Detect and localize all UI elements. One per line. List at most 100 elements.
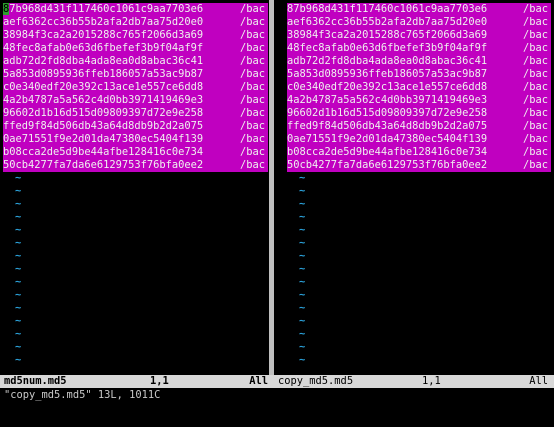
file-path: /bac <box>239 107 265 119</box>
md5-hash: 4a2b4787a5a562c4d0bb3971419469e3 <box>3 94 204 106</box>
left-line-9[interactable]: 96602d1b16d515d09809397d72e9e258/bac <box>3 107 268 120</box>
left-file-lines[interactable]: 87b968d431f117460c1061c9aa7703e6/bac aef6… <box>3 3 268 172</box>
right-empty-lines: ~ ~ ~ ~ ~ ~ ~ ~ ~ ~ ~ ~ ~ ~ ~ <box>287 172 551 367</box>
left-status-scroll-percent: All <box>249 375 268 387</box>
left-tilde-line: ~ <box>15 328 22 340</box>
file-path: /bac <box>522 29 548 41</box>
right-line-2[interactable]: aef6362cc36b55b2afa2db7aa75d20e0/bac <box>287 16 551 29</box>
file-path: /bac <box>522 120 548 132</box>
right-tilde-line: ~ <box>299 341 306 353</box>
left-editor-pane[interactable]: 87b968d431f117460c1061c9aa7703e6/bac aef6… <box>3 3 268 375</box>
md5-hash: aef6362cc36b55b2afa2db7aa75d20e0 <box>3 16 204 28</box>
left-tilde-line: ~ <box>15 224 22 236</box>
left-line-7[interactable]: c0e340edf20e392c13ace1e557ce6dd8/bac <box>3 81 268 94</box>
file-path: /bac <box>522 81 548 93</box>
right-tilde-line: ~ <box>299 263 306 275</box>
left-tilde-line: ~ <box>15 172 22 184</box>
file-path: /bac <box>522 159 548 171</box>
left-status-filename: md5num.md5 <box>4 375 67 387</box>
right-line-13[interactable]: 50cb4277fa7da6e6129753f76bfa0ee2/bac <box>287 159 551 172</box>
left-tilde-line: ~ <box>15 250 22 262</box>
file-path: /bac <box>239 55 265 67</box>
left-line-13[interactable]: 50cb4277fa7da6e6129753f76bfa0ee2/bac <box>3 159 268 172</box>
file-path: /bac <box>239 159 265 171</box>
left-line-12[interactable]: b08cca2de5d9be44afbe128416c0e734/bac <box>3 146 268 159</box>
md5-hash: 0ae71551f9e2d01da47380ec5404f139 <box>3 133 204 145</box>
left-line-1[interactable]: 87b968d431f117460c1061c9aa7703e6/bac <box>3 3 268 16</box>
md5-hash: 4a2b4787a5a562c4d0bb3971419469e3 <box>287 94 488 106</box>
left-line-3[interactable]: 38984f3ca2a2015288c765f2066d3a69/bac <box>3 29 268 42</box>
md5-hash: 96602d1b16d515d09809397d72e9e258 <box>3 107 204 119</box>
left-line-11[interactable]: 0ae71551f9e2d01da47380ec5404f139/bac <box>3 133 268 146</box>
right-status-filename: copy_md5.md5 <box>278 375 354 387</box>
right-status-cursor-position: 1,1 <box>422 375 441 387</box>
file-path: /bac <box>522 133 548 145</box>
left-tilde-line: ~ <box>15 302 22 314</box>
md5-hash-rest: 7b968d431f117460c1061c9aa7703e6 <box>9 3 204 15</box>
md5-hash: c0e340edf20e392c13ace1e557ce6dd8 <box>3 81 204 93</box>
md5-hash: ffed9f84d506db43a64d8db9b2d2a075 <box>3 120 204 132</box>
right-line-6[interactable]: 5a853d0895936ffeb186057a53ac9b87/bac <box>287 68 551 81</box>
right-line-1[interactable]: 87b968d431f117460c1061c9aa7703e6/bac <box>287 3 551 16</box>
right-line-10[interactable]: ffed9f84d506db43a64d8db9b2d2a075/bac <box>287 120 551 133</box>
right-tilde-line: ~ <box>299 185 306 197</box>
right-file-lines[interactable]: 87b968d431f117460c1061c9aa7703e6/bac aef6… <box>287 3 551 172</box>
file-path: /bac <box>239 146 265 158</box>
right-line-8[interactable]: 4a2b4787a5a562c4d0bb3971419469e3/bac <box>287 94 551 107</box>
right-tilde-line: ~ <box>299 224 306 236</box>
left-line-10[interactable]: ffed9f84d506db43a64d8db9b2d2a075/bac <box>3 120 268 133</box>
file-path: /bac <box>239 120 265 132</box>
right-line-11[interactable]: 0ae71551f9e2d01da47380ec5404f139/bac <box>287 133 551 146</box>
md5-hash: 5a853d0895936ffeb186057a53ac9b87 <box>287 68 488 80</box>
right-tilde-line: ~ <box>299 354 306 366</box>
right-status-scroll-percent: All <box>529 375 548 387</box>
right-tilde-line: ~ <box>299 211 306 223</box>
right-tilde-line: ~ <box>299 302 306 314</box>
vertical-split-divider[interactable] <box>269 0 274 375</box>
left-tilde-line: ~ <box>15 185 22 197</box>
left-status-cursor-position: 1,1 <box>150 375 169 387</box>
right-tilde-line: ~ <box>299 289 306 301</box>
file-path: /bac <box>522 42 548 54</box>
file-path: /bac <box>239 42 265 54</box>
right-line-12[interactable]: b08cca2de5d9be44afbe128416c0e734/bac <box>287 146 551 159</box>
left-tilde-line: ~ <box>15 237 22 249</box>
md5-hash: 87b968d431f117460c1061c9aa7703e6 <box>3 3 203 16</box>
file-path: /bac <box>239 94 265 106</box>
right-editor-pane[interactable]: 87b968d431f117460c1061c9aa7703e6/bac aef6… <box>287 3 551 375</box>
md5-hash: 50cb4277fa7da6e6129753f76bfa0ee2 <box>3 159 204 171</box>
left-tilde-line: ~ <box>15 341 22 353</box>
right-tilde-line: ~ <box>299 172 306 184</box>
right-line-4[interactable]: 48fec8afab0e63d6fbefef3b9f04af9f/bac <box>287 42 551 55</box>
md5-hash: b08cca2de5d9be44afbe128416c0e734 <box>287 146 488 158</box>
file-path: /bac <box>522 107 548 119</box>
left-line-5[interactable]: adb72d2fd8dba4ada8ea0d8abac36c41/bac <box>3 55 268 68</box>
right-line-5[interactable]: adb72d2fd8dba4ada8ea0d8abac36c41/bac <box>287 55 551 68</box>
md5-hash: aef6362cc36b55b2afa2db7aa75d20e0 <box>287 16 488 28</box>
md5-hash: adb72d2fd8dba4ada8ea0d8abac36c41 <box>3 55 204 67</box>
right-tilde-line: ~ <box>299 250 306 262</box>
right-tilde-line: ~ <box>299 198 306 210</box>
right-line-3[interactable]: 38984f3ca2a2015288c765f2066d3a69/bac <box>287 29 551 42</box>
command-line[interactable]: "copy_md5.md5" 13L, 1011C <box>4 389 160 402</box>
left-tilde-line: ~ <box>15 354 22 366</box>
left-line-6[interactable]: 5a853d0895936ffeb186057a53ac9b87/bac <box>3 68 268 81</box>
right-tilde-line: ~ <box>299 276 306 288</box>
md5-hash: 0ae71551f9e2d01da47380ec5404f139 <box>287 133 488 145</box>
left-tilde-line: ~ <box>15 211 22 223</box>
right-line-7[interactable]: c0e340edf20e392c13ace1e557ce6dd8/bac <box>287 81 551 94</box>
md5-hash: adb72d2fd8dba4ada8ea0d8abac36c41 <box>287 55 488 67</box>
file-path: /bac <box>239 16 265 28</box>
right-tilde-line: ~ <box>299 237 306 249</box>
left-empty-lines: ~ ~ ~ ~ ~ ~ ~ ~ ~ ~ ~ ~ ~ ~ ~ <box>3 172 268 367</box>
md5-hash: 38984f3ca2a2015288c765f2066d3a69 <box>287 29 488 41</box>
left-tilde-line: ~ <box>15 289 22 301</box>
left-line-2[interactable]: aef6362cc36b55b2afa2db7aa75d20e0/bac <box>3 16 268 29</box>
right-line-9[interactable]: 96602d1b16d515d09809397d72e9e258/bac <box>287 107 551 120</box>
md5-hash: 48fec8afab0e63d6fbefef3b9f04af9f <box>3 42 204 54</box>
file-path: /bac <box>522 16 548 28</box>
left-line-8[interactable]: 4a2b4787a5a562c4d0bb3971419469e3/bac <box>3 94 268 107</box>
md5-hash: 50cb4277fa7da6e6129753f76bfa0ee2 <box>287 159 488 171</box>
left-line-4[interactable]: 48fec8afab0e63d6fbefef3b9f04af9f/bac <box>3 42 268 55</box>
left-tilde-line: ~ <box>15 276 22 288</box>
